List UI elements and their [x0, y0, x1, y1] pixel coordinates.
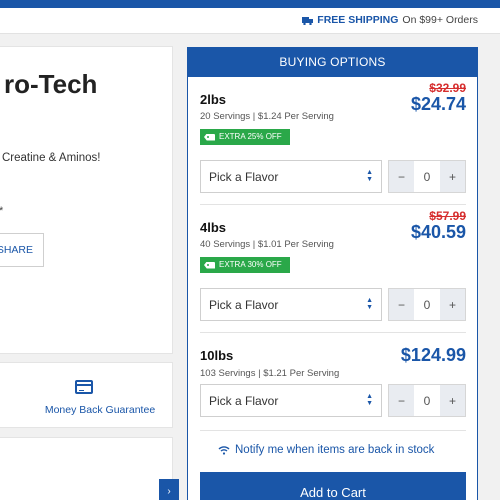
servings-info: 40 Servings | $1.01 Per Serving — [200, 239, 334, 250]
notify-back-in-stock-link[interactable]: Notify me when items are back in stock — [218, 444, 434, 456]
tag-icon — [204, 133, 215, 141]
discount-label: EXTRA 30% OFF — [219, 260, 282, 269]
flavor-placeholder: Pick a Flavor — [209, 297, 279, 312]
option-divider — [200, 430, 466, 431]
product-title: ro-Tech — [4, 69, 98, 99]
wifi-icon — [218, 445, 230, 455]
option-size: 4lbs — [200, 220, 227, 235]
shipping-text: FREE SHIPPING On $99+ Orders — [302, 14, 478, 26]
shipping-threshold: On $99+ Orders — [402, 14, 478, 26]
share-button[interactable]: SHARE — [0, 233, 44, 267]
quantity-stepper: − 0 + — [388, 384, 466, 417]
option-size: 2lbs — [200, 92, 227, 107]
quantity-value[interactable]: 0 — [414, 161, 440, 192]
sort-arrows-icon: ▲ ▼ — [366, 393, 373, 407]
option-size: 10lbs — [200, 348, 234, 363]
servings-info: 20 Servings | $1.24 Per Serving — [200, 111, 334, 122]
footnote-asterisk: * — [0, 205, 3, 217]
money-back-card: Money Back Guarantee — [0, 362, 173, 428]
truck-icon — [302, 16, 314, 26]
increment-button[interactable]: + — [440, 161, 465, 192]
add-to-cart-button[interactable]: Add to Cart — [200, 472, 466, 500]
sort-arrows-icon: ▲ ▼ — [366, 297, 373, 311]
decrement-button[interactable]: − — [389, 289, 414, 320]
decrement-button[interactable]: − — [389, 385, 414, 416]
quantity-stepper: − 0 + — [388, 160, 466, 193]
product-description: Creatine & Aminos! — [2, 152, 101, 164]
price: $124.99 — [400, 345, 466, 365]
top-accent-bar — [0, 0, 500, 8]
quantity-value[interactable]: 0 — [414, 289, 440, 320]
buying-options-heading: BUYING OPTIONS — [188, 48, 477, 77]
decrement-button[interactable]: − — [389, 161, 414, 192]
increment-button[interactable]: + — [440, 385, 465, 416]
lower-card — [0, 437, 173, 500]
sort-arrows-icon: ▲ ▼ — [366, 169, 373, 183]
shipping-banner: FREE SHIPPING On $99+ Orders — [0, 8, 500, 34]
flavor-select[interactable]: Pick a Flavor ▲ ▼ — [200, 384, 382, 417]
sale-price: $40.59 — [410, 222, 466, 242]
quantity-stepper: − 0 + — [388, 288, 466, 321]
flavor-placeholder: Pick a Flavor — [209, 393, 279, 408]
original-price: $32.99 — [429, 81, 466, 95]
option-divider — [200, 204, 466, 205]
notify-label: Notify me when items are back in stock — [235, 444, 435, 456]
tag-icon — [204, 261, 215, 269]
flavor-placeholder: Pick a Flavor — [209, 169, 279, 184]
option-divider — [200, 332, 466, 333]
chevron-right-icon: › — [167, 485, 171, 497]
money-back-label: Money Back Guarantee — [44, 404, 156, 416]
discount-label: EXTRA 25% OFF — [219, 132, 282, 141]
credit-card-icon — [75, 380, 93, 394]
discount-badge: EXTRA 25% OFF — [200, 129, 290, 145]
original-price: $57.99 — [429, 209, 466, 223]
flavor-select[interactable]: Pick a Flavor ▲ ▼ — [200, 288, 382, 321]
quantity-value[interactable]: 0 — [414, 385, 440, 416]
buying-options-panel: BUYING OPTIONS 2lbs $32.99 $24.74 20 Ser… — [187, 47, 478, 500]
free-shipping-label: FREE SHIPPING — [317, 14, 399, 26]
servings-info: 103 Servings | $1.21 Per Serving — [200, 368, 340, 379]
flavor-select[interactable]: Pick a Flavor ▲ ▼ — [200, 160, 382, 193]
discount-badge: EXTRA 30% OFF — [200, 257, 290, 273]
product-info-card: ro-Tech Creatine & Aminos! * — [0, 46, 173, 354]
carousel-next-button[interactable]: › — [159, 479, 179, 500]
increment-button[interactable]: + — [440, 289, 465, 320]
sale-price: $24.74 — [410, 94, 466, 114]
